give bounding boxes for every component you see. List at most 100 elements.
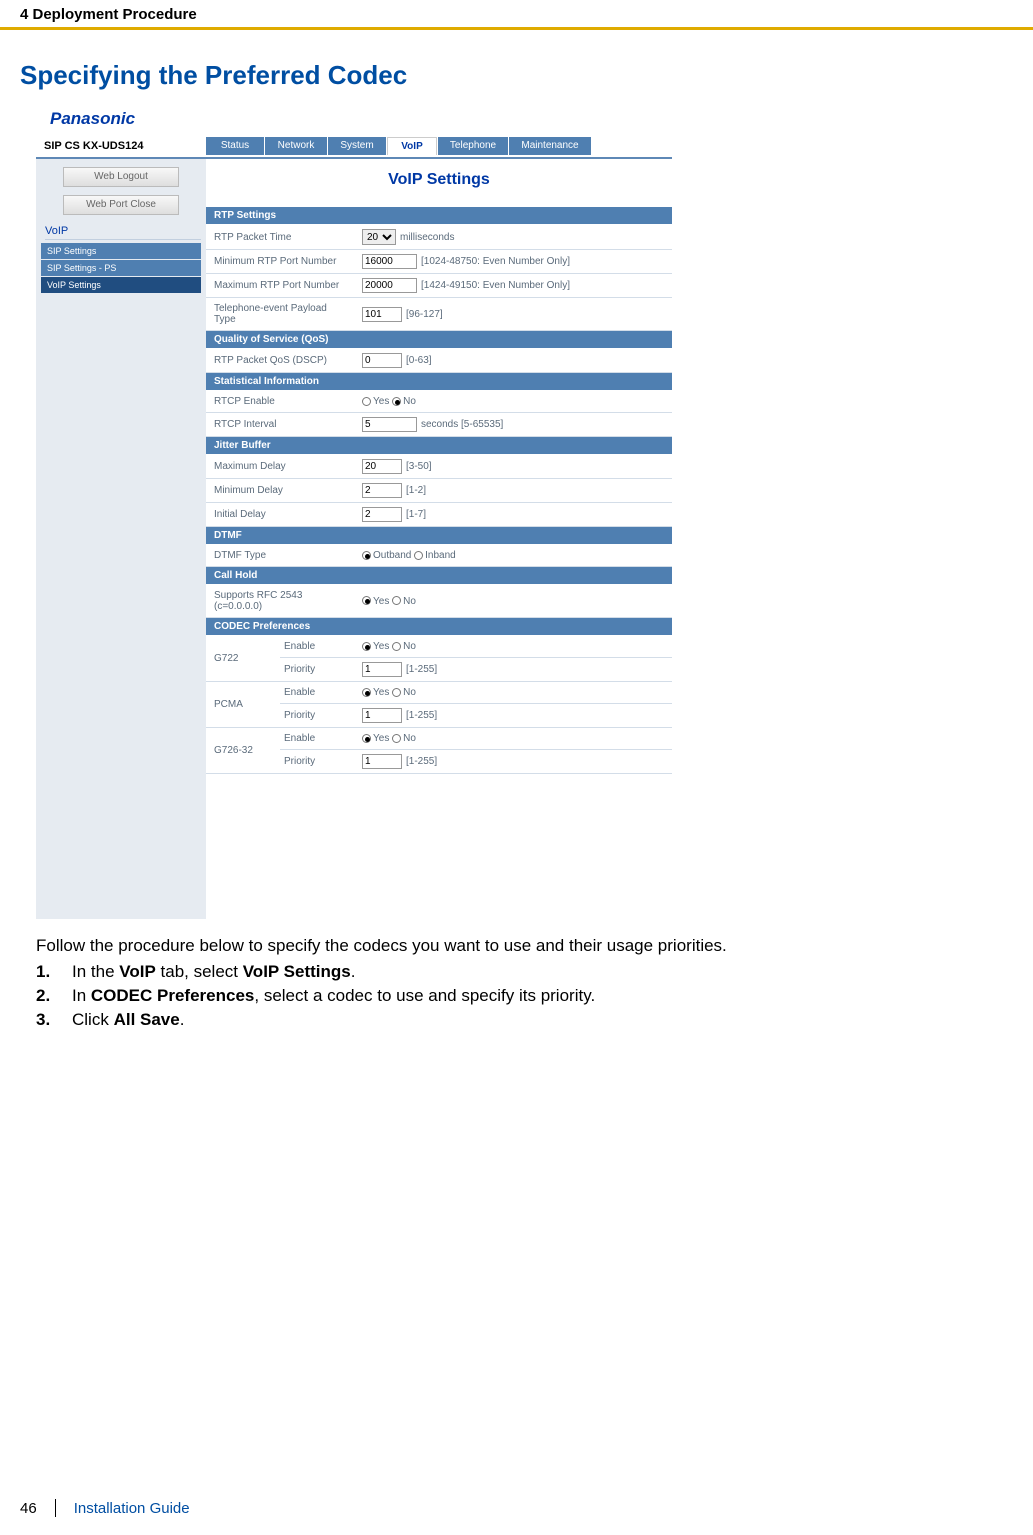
input-dscp[interactable]: [362, 353, 402, 368]
web-logout-button[interactable]: Web Logout: [63, 167, 179, 187]
hint-min-port: [1024-48750: Even Number Only]: [421, 256, 570, 267]
radio-rfc-yes[interactable]: [362, 596, 371, 605]
sidebar-item-voip-settings[interactable]: VoIP Settings: [41, 277, 201, 293]
lbl-rtp-packet-time: RTP Packet Time: [206, 225, 356, 250]
hdr-codec: CODEC Preferences: [206, 618, 672, 636]
tab-maintenance[interactable]: Maintenance: [509, 137, 591, 155]
input-jitter-min[interactable]: [362, 483, 402, 498]
tab-voip[interactable]: VoIP: [387, 137, 437, 155]
hint-dscp: [0-63]: [406, 355, 432, 366]
brand-logo: Panasonic: [36, 105, 672, 135]
lbl-pcma: PCMA: [206, 682, 280, 728]
tab-telephone[interactable]: Telephone: [438, 137, 508, 155]
embedded-screenshot: Panasonic SIP CS KX-UDS124 Status Networ…: [36, 105, 672, 919]
txt-outband: Outband: [373, 550, 411, 561]
steps-list: In the VoIP tab, select VoIP Settings. I…: [0, 960, 1033, 1032]
lbl-jitter-init: Initial Delay: [206, 503, 356, 527]
lbl-g726-enable: Enable: [280, 728, 356, 750]
radio-rtcp-yes[interactable]: [362, 397, 371, 406]
main-tabs: Status Network System VoIP Telephone Mai…: [206, 137, 591, 155]
input-payload[interactable]: [362, 307, 402, 322]
lbl-g726-pri: Priority: [280, 750, 356, 774]
input-g726-pri[interactable]: [362, 754, 402, 769]
radio-g726-yes[interactable]: [362, 734, 371, 743]
hint-jitter-init: [1-7]: [406, 509, 426, 520]
lbl-g722-pri: Priority: [280, 658, 356, 682]
step-3: Click All Save.: [36, 1008, 1013, 1032]
txt-no: No: [403, 396, 416, 407]
lbl-pcma-pri: Priority: [280, 704, 356, 728]
step-2: In CODEC Preferences, select a codec to …: [36, 984, 1013, 1008]
lbl-max-port: Maximum RTP Port Number: [206, 274, 356, 298]
topbar: SIP CS KX-UDS124 Status Network System V…: [36, 135, 672, 157]
hdr-hold: Call Hold: [206, 567, 672, 585]
radio-g722-yes[interactable]: [362, 642, 371, 651]
txt-inband: Inband: [425, 550, 456, 561]
page-footer: 46 Installation Guide: [0, 1499, 190, 1517]
hdr-dtmf: DTMF: [206, 527, 672, 545]
hint-payload: [96-127]: [406, 309, 443, 320]
step-1: In the VoIP tab, select VoIP Settings.: [36, 960, 1013, 984]
tab-network[interactable]: Network: [265, 137, 327, 155]
content-panel: VoIP Settings RTP Settings RTP Packet Ti…: [206, 159, 672, 919]
lbl-min-port: Minimum RTP Port Number: [206, 250, 356, 274]
lbl-payload: Telephone-event Payload Type: [206, 298, 356, 331]
lbl-pcma-enable: Enable: [280, 682, 356, 704]
intro-paragraph: Follow the procedure below to specify th…: [0, 929, 1033, 960]
lbl-rfc2543: Supports RFC 2543 (c=0.0.0.0): [206, 585, 356, 618]
txt-no2: No: [403, 596, 416, 607]
radio-rtcp-no[interactable]: [392, 397, 401, 406]
header-rule: [0, 27, 1033, 30]
section-title: Specifying the Preferred Codec: [0, 48, 1033, 105]
hint-rtcp-int: seconds [5-65535]: [421, 419, 503, 430]
input-min-port[interactable]: [362, 254, 417, 269]
sidebar-heading: VoIP: [45, 225, 201, 240]
lbl-jitter-min: Minimum Delay: [206, 479, 356, 503]
radio-rfc-no[interactable]: [392, 596, 401, 605]
hint-ms: milliseconds: [400, 232, 454, 243]
content-title: VoIP Settings: [206, 159, 672, 207]
input-jitter-max[interactable]: [362, 459, 402, 474]
tab-status[interactable]: Status: [206, 137, 264, 155]
lbl-dtmf-type: DTMF Type: [206, 545, 356, 567]
hdr-qos: Quality of Service (QoS): [206, 331, 672, 349]
lbl-dscp: RTP Packet QoS (DSCP): [206, 349, 356, 373]
input-jitter-init[interactable]: [362, 507, 402, 522]
radio-g726-no[interactable]: [392, 734, 401, 743]
radio-g722-no[interactable]: [392, 642, 401, 651]
select-packet-time[interactable]: 20: [362, 229, 396, 245]
radio-pcma-yes[interactable]: [362, 688, 371, 697]
radio-dtmf-in[interactable]: [414, 551, 423, 560]
input-g722-pri[interactable]: [362, 662, 402, 677]
page-number: 46: [20, 1500, 37, 1517]
hdr-rtp: RTP Settings: [206, 207, 672, 225]
hint-jitter-min: [1-2]: [406, 485, 426, 496]
lbl-g726: G726-32: [206, 728, 280, 774]
lbl-rtcp-int: RTCP Interval: [206, 413, 356, 437]
input-pcma-pri[interactable]: [362, 708, 402, 723]
lbl-rtcp-enable: RTCP Enable: [206, 391, 356, 413]
hdr-stats: Statistical Information: [206, 373, 672, 391]
web-port-close-button[interactable]: Web Port Close: [63, 195, 179, 215]
settings-table: RTP Settings RTP Packet Time 20 milliseco…: [206, 207, 672, 774]
lbl-jitter-max: Maximum Delay: [206, 455, 356, 479]
sidebar-item-sip-settings-ps[interactable]: SIP Settings - PS: [41, 260, 201, 276]
hint-max-port: [1424-49150: Even Number Only]: [421, 280, 570, 291]
main-area: Web Logout Web Port Close VoIP SIP Setti…: [36, 159, 672, 919]
tab-system[interactable]: System: [328, 137, 386, 155]
hdr-jitter: Jitter Buffer: [206, 437, 672, 455]
sidebar-item-sip-settings[interactable]: SIP Settings: [41, 243, 201, 259]
footer-separator: [55, 1499, 56, 1517]
lbl-g722-enable: Enable: [280, 636, 356, 658]
doc-title: Installation Guide: [74, 1500, 190, 1517]
input-max-port[interactable]: [362, 278, 417, 293]
txt-yes: Yes: [373, 396, 389, 407]
lbl-g722: G722: [206, 636, 280, 682]
product-label: SIP CS KX-UDS124: [36, 140, 206, 152]
radio-pcma-no[interactable]: [392, 688, 401, 697]
sidebar: Web Logout Web Port Close VoIP SIP Setti…: [36, 159, 206, 919]
txt-yes2: Yes: [373, 596, 389, 607]
radio-dtmf-out[interactable]: [362, 551, 371, 560]
hint-jitter-max: [3-50]: [406, 461, 432, 472]
input-rtcp-int[interactable]: [362, 417, 417, 432]
